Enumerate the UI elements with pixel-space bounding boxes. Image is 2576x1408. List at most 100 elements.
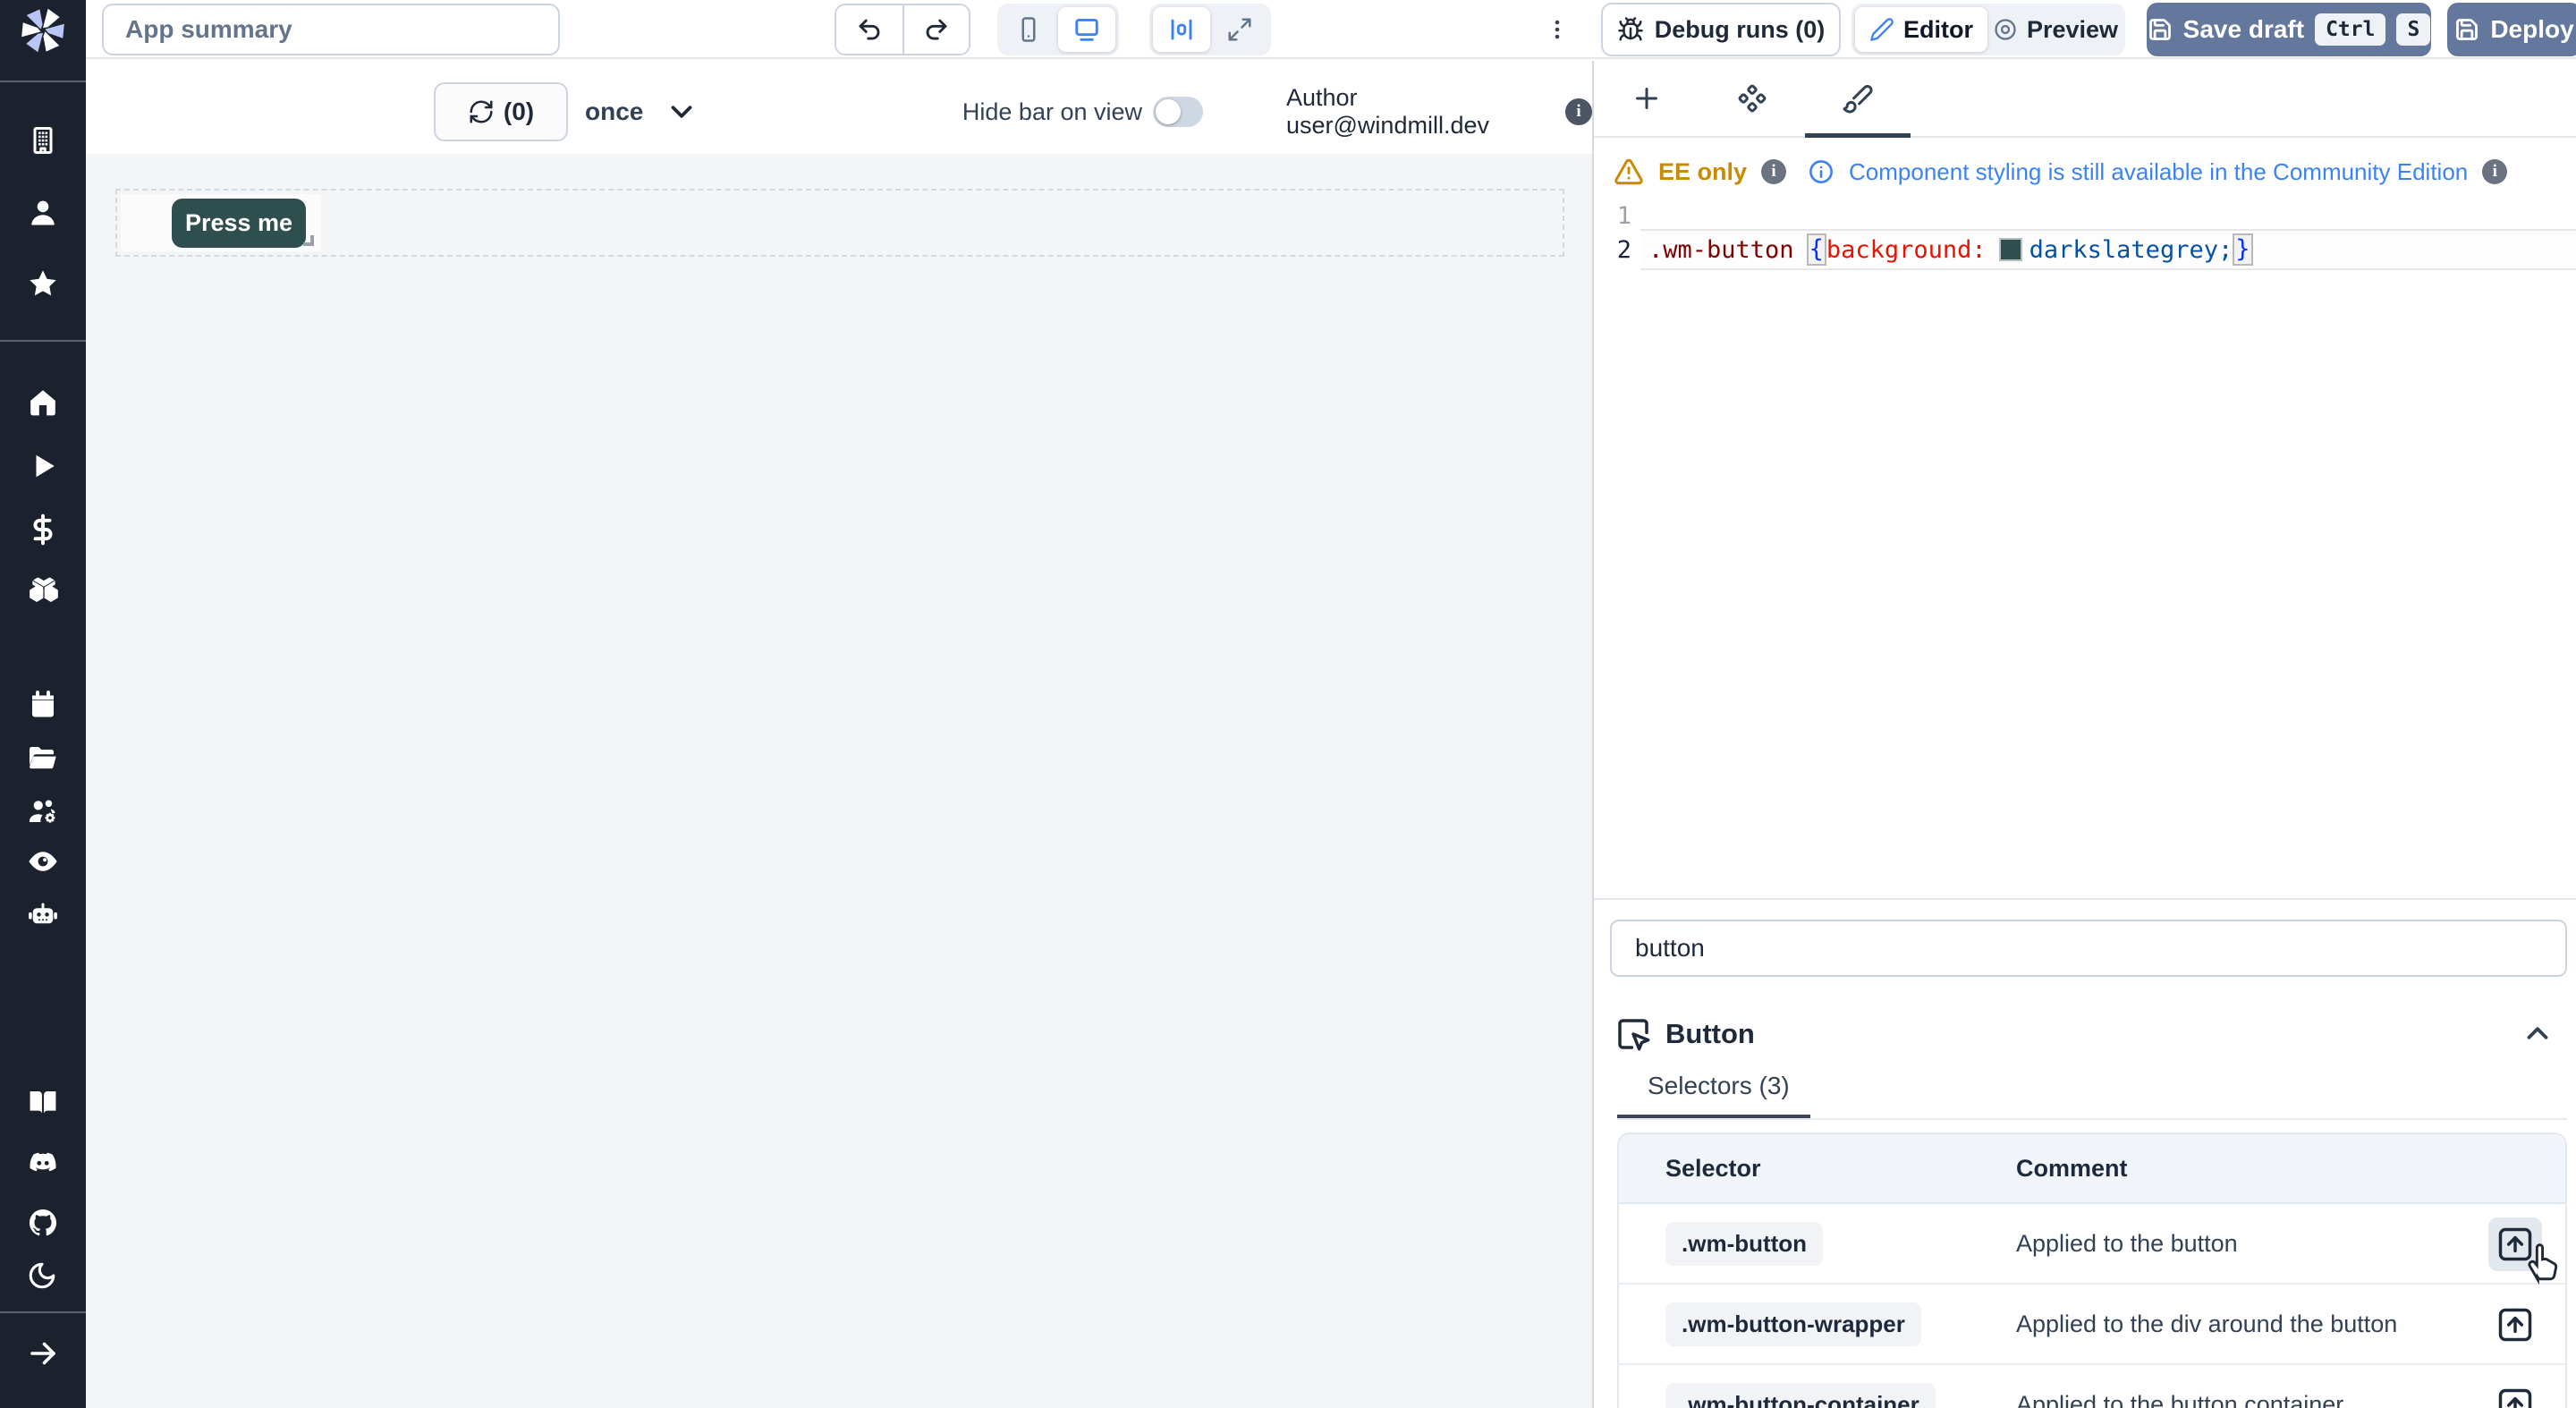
sidebar-item-folders[interactable] — [27, 742, 59, 774]
info-icon[interactable]: i — [2482, 159, 2507, 184]
sidebar-item-workers[interactable] — [27, 899, 59, 931]
moon-icon — [27, 1260, 59, 1291]
color-swatch[interactable] — [1999, 238, 2022, 261]
star-icon — [27, 267, 59, 300]
table-row: .wm-button-wrapper Applied to the div ar… — [1619, 1285, 2565, 1365]
selector-comment: Applied to the div around the button — [2016, 1310, 2397, 1338]
user-menu-button[interactable] — [27, 197, 59, 229]
sidebar-item-schedules[interactable] — [27, 689, 59, 721]
panel-divider — [1594, 898, 2576, 900]
github-button[interactable] — [27, 1207, 59, 1239]
building-icon — [27, 124, 59, 157]
styling-panel: EE only i Component styling is still ava… — [1592, 61, 2576, 1408]
table-row: .wm-button-container Applied to the butt… — [1619, 1365, 2565, 1408]
resize-handle[interactable] — [303, 235, 314, 246]
shortcut-ctrl-key: Ctrl — [2315, 13, 2385, 46]
fullscreen-button[interactable] — [1212, 7, 1267, 52]
save-icon — [2454, 17, 2479, 42]
copy-selector-button[interactable] — [2488, 1298, 2542, 1352]
shortcut-s-key: S — [2396, 13, 2430, 46]
sidebar-item-variables[interactable] — [27, 513, 59, 546]
ee-notice-row: EE only i Component styling is still ava… — [1614, 148, 2507, 195]
undo-button[interactable] — [836, 5, 902, 54]
open-brace-token: { — [1807, 233, 1826, 266]
app-canvas[interactable]: Press me — [86, 154, 1592, 1408]
run-mode-select[interactable]: once — [585, 82, 699, 141]
windmill-logo[interactable] — [18, 5, 68, 55]
code-line[interactable]: .wm-button { background: darkslategrey ;… — [1648, 231, 2253, 268]
table-header-row: Selector Comment — [1619, 1134, 2565, 1204]
sidebar-item-runs[interactable] — [27, 450, 59, 482]
redo-icon — [923, 16, 950, 43]
copy-selector-button[interactable] — [2488, 1378, 2542, 1408]
run-mode-value: once — [585, 98, 643, 126]
selector-comment: Applied to the button container — [2016, 1391, 2343, 1408]
chevron-down-icon — [665, 95, 699, 129]
tab-insert-component[interactable] — [1594, 61, 1699, 136]
user-icon — [27, 197, 59, 229]
editor-tab-label: Editor — [1903, 16, 1973, 44]
refresh-runnables-button[interactable]: (0) — [434, 82, 568, 141]
square-mouse-pointer-icon — [1615, 1016, 1651, 1052]
smartphone-icon — [1015, 16, 1042, 43]
discord-button[interactable] — [27, 1147, 59, 1179]
undo-icon — [856, 16, 883, 43]
sidebar-item-resources[interactable] — [27, 574, 59, 606]
docs-button[interactable] — [27, 1086, 59, 1118]
line-number-active: 2 — [1601, 236, 1631, 264]
css-selector-token: .wm-button — [1648, 236, 1794, 264]
deploy-button[interactable]: Deploy — [2447, 3, 2576, 56]
line-number: 1 — [1601, 202, 1631, 230]
more-options-button[interactable] — [1546, 12, 1568, 47]
css-property-token: background: — [1826, 236, 1987, 264]
tab-bar-line — [1617, 1118, 2567, 1120]
users-settings-icon — [27, 795, 59, 827]
css-value-token: darkslategrey — [2029, 236, 2218, 264]
eye-icon — [27, 866, 59, 881]
play-icon — [27, 450, 59, 482]
boxes-icon — [27, 574, 59, 608]
sidebar-item-home[interactable] — [27, 386, 59, 419]
pinwheel-blades — [18, 5, 68, 55]
component-search-input[interactable] — [1610, 920, 2567, 977]
component-section-header[interactable]: Button — [1615, 1013, 1755, 1056]
app-summary-input[interactable] — [102, 4, 560, 55]
hide-bar-label: Hide bar on view — [891, 82, 1142, 141]
favorites-button[interactable] — [27, 267, 59, 300]
component-cell[interactable]: Press me — [121, 194, 321, 251]
sidebar-item-audit-logs[interactable] — [27, 845, 59, 878]
pencil-icon — [1869, 17, 1894, 42]
expand-sidebar-button[interactable] — [27, 1337, 59, 1370]
selector-badge: .wm-button-wrapper — [1665, 1302, 1921, 1346]
sidebar-divider — [0, 81, 86, 82]
ee-only-badge: EE only — [1658, 158, 1747, 186]
plus-icon — [1631, 82, 1663, 115]
discord-icon — [27, 1167, 59, 1183]
app-button-component[interactable]: Press me — [172, 199, 306, 248]
redo-button[interactable] — [902, 5, 969, 54]
debug-runs-button[interactable]: Debug runs (0) — [1601, 3, 1841, 56]
info-icon[interactable]: i — [1565, 98, 1592, 125]
sidebar — [0, 0, 86, 1408]
info-icon[interactable]: i — [1761, 159, 1786, 184]
tab-selectors[interactable]: Selectors (3) — [1648, 1072, 1790, 1100]
workspace-button[interactable] — [27, 124, 59, 157]
tab-preview[interactable]: Preview — [1989, 7, 2122, 52]
semicolon-token: ; — [2218, 236, 2233, 264]
arrow-up-square-icon — [2496, 1305, 2535, 1344]
selector-badge: .wm-button-container — [1665, 1383, 1936, 1408]
save-draft-button[interactable]: Save draft Ctrl S — [2147, 3, 2431, 56]
top-header: Debug runs (0) Editor Preview Save draft… — [86, 0, 2576, 59]
theme-toggle-button[interactable] — [27, 1260, 59, 1293]
desktop-view-button[interactable] — [1058, 7, 1115, 52]
hide-bar-toggle[interactable] — [1153, 97, 1203, 127]
refresh-count: (0) — [504, 98, 534, 126]
tab-styling[interactable] — [1805, 61, 1911, 136]
mobile-view-button[interactable] — [1001, 7, 1056, 52]
tab-editor[interactable]: Editor — [1855, 7, 1987, 52]
collapse-section-button[interactable] — [2521, 1016, 2555, 1050]
table-row: .wm-button Applied to the button — [1619, 1204, 2565, 1285]
center-layout-button[interactable] — [1153, 7, 1210, 52]
tab-components-settings[interactable] — [1699, 61, 1805, 136]
sidebar-item-groups[interactable] — [27, 795, 59, 827]
